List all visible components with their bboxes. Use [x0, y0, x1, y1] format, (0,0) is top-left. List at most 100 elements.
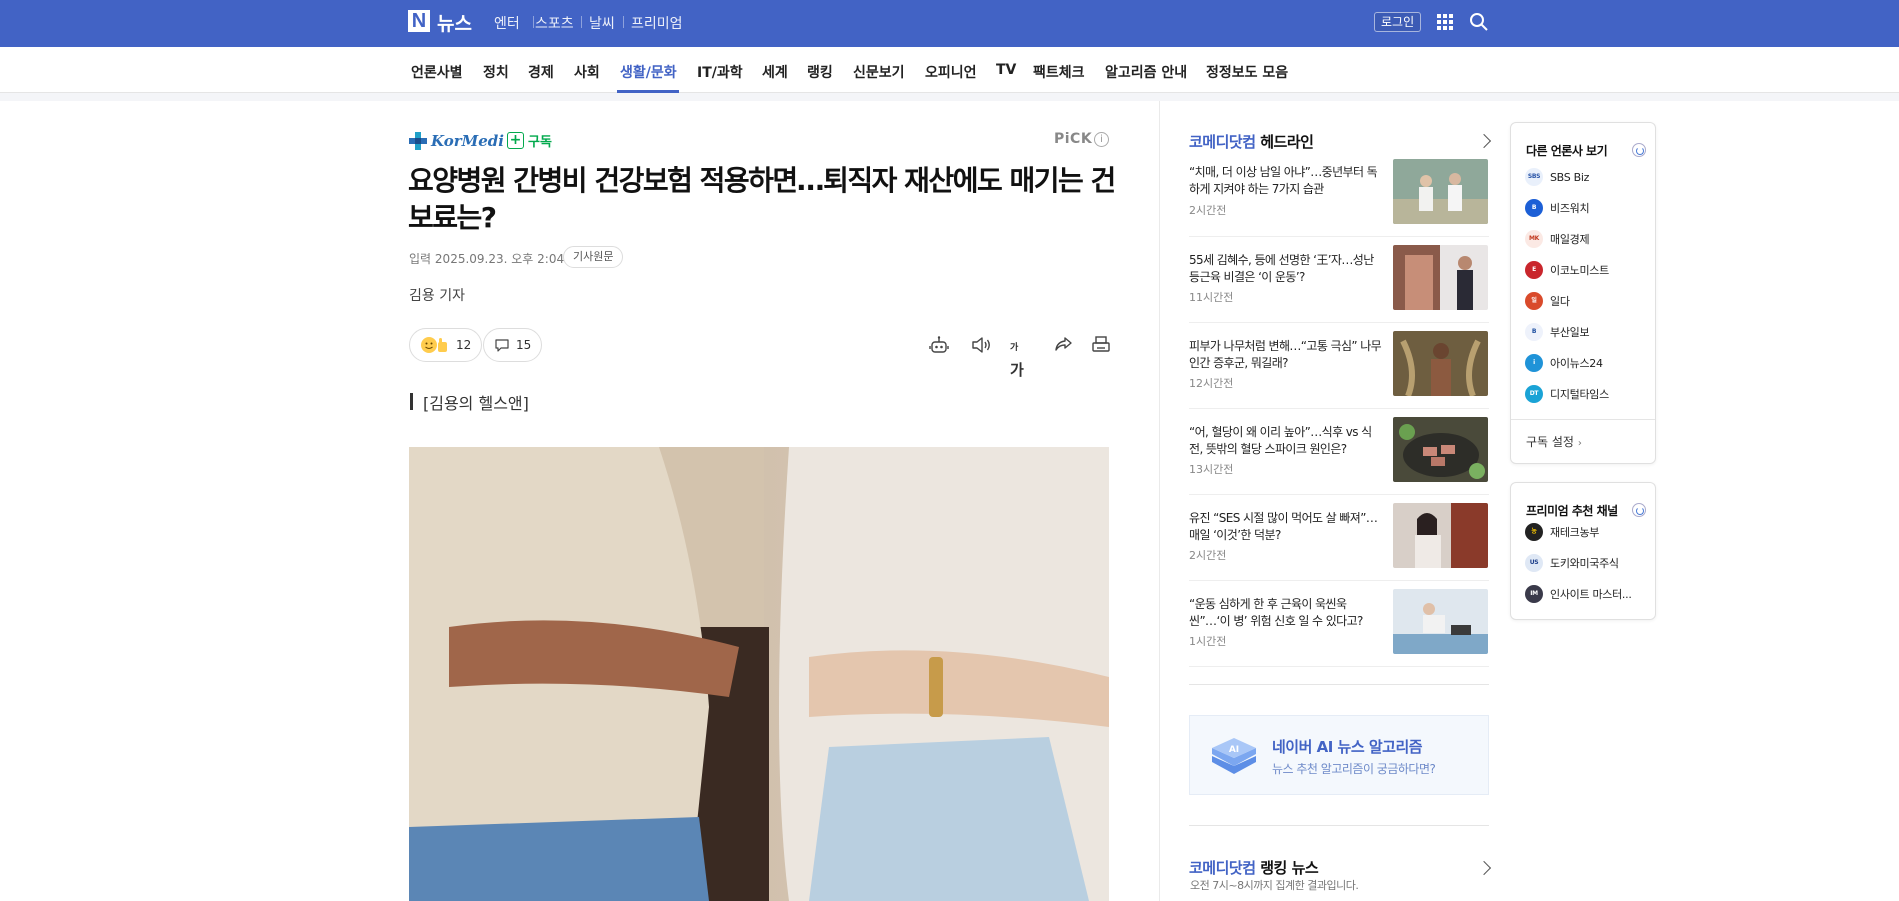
premium-item[interactable]: US 도키와미국주식	[1525, 554, 1619, 572]
press-item[interactable]: DT 디지털타임스	[1525, 385, 1609, 403]
category-ranking[interactable]: 랭킹	[807, 62, 833, 82]
headline-time: 2시간전	[1189, 204, 1227, 217]
press-item[interactable]: i 아이뉴스24	[1525, 354, 1603, 372]
headline-text: 유진 “SES 시절 많이 먹어도 살 빠져”…매일 ‘이것’한 덕분?	[1189, 511, 1378, 542]
category-society[interactable]: 사회	[574, 62, 600, 82]
apps-grid-icon[interactable]	[1437, 14, 1453, 30]
press-item[interactable]: SBS SBS Biz	[1525, 168, 1589, 186]
card-divider	[1511, 419, 1655, 420]
headline-thumbnail	[1393, 159, 1488, 224]
category-life-culture[interactable]: 생활/문화	[620, 62, 677, 82]
service-link-entertainment[interactable]: 엔터	[494, 13, 520, 33]
date-value: 2025.09.23. 오후 2:04	[434, 252, 565, 266]
font-size-icon[interactable]: 가가	[1010, 334, 1032, 379]
ai-algorithm-banner[interactable]: AI 네이버 AI 뉴스 알고리즘 뉴스 추천 알고리즘이 궁금하다면?	[1189, 715, 1489, 795]
reaction-emoji-icon	[421, 337, 447, 353]
category-factcheck[interactable]: 팩트체크	[1033, 62, 1085, 82]
service-divider	[533, 16, 534, 28]
category-opinion[interactable]: 오피니언	[925, 62, 977, 82]
comment-button[interactable]: 15	[483, 328, 543, 362]
other-press-card: 다른 언론사 보기 SBS SBS Biz B 비즈워치 MK 매일경제 E 이…	[1510, 122, 1656, 464]
headlines-title: 헤드라인	[1260, 133, 1314, 151]
channel-avatar-icon: IM	[1525, 585, 1543, 603]
press-item-label: 비즈워치	[1550, 202, 1590, 215]
headline-time: 1시간전	[1189, 635, 1227, 648]
publish-date: 입력 2025.09.23. 오후 2:04	[409, 250, 564, 267]
nav-divider	[0, 93, 1899, 101]
press-item[interactable]: MK 매일경제	[1525, 230, 1590, 248]
press-item[interactable]: B 비즈워치	[1525, 199, 1590, 217]
section-divider	[1189, 684, 1489, 685]
category-tv[interactable]: TV	[996, 62, 1016, 78]
comment-icon	[495, 339, 509, 352]
search-icon[interactable]	[1469, 12, 1489, 32]
chevron-right-icon[interactable]	[1476, 860, 1492, 876]
plus-icon: +	[507, 132, 524, 149]
press-item[interactable]: 일 일다	[1525, 292, 1570, 310]
headline-thumbnail	[1393, 245, 1488, 310]
login-button[interactable]: 로그인	[1374, 12, 1422, 32]
headline-item[interactable]: 55세 김혜수, 등에 선명한 ‘王’자…성난 등근육 비결은 ‘이 운동’? …	[1189, 245, 1489, 323]
category-algorithm[interactable]: 알고리즘 안내	[1105, 62, 1187, 82]
ai-summary-robot-icon[interactable]	[928, 334, 950, 356]
category-newspaper[interactable]: 신문보기	[853, 62, 905, 82]
font-size-label: 가	[1010, 361, 1024, 379]
headline-thumbnail	[1393, 331, 1488, 396]
refresh-icon[interactable]	[1632, 503, 1646, 517]
reporter-name[interactable]: 김용 기자	[409, 285, 465, 305]
press-logo[interactable]: KorMedi	[409, 130, 504, 152]
kormedi-logo-icon	[409, 132, 427, 150]
headline-item[interactable]: 유진 “SES 시절 많이 먹어도 살 빠져”…매일 ‘이것’한 덕분? 2시간…	[1189, 503, 1489, 581]
premium-title: 프리미엄 추천 채널	[1526, 504, 1618, 518]
ai-layers-icon: AI	[1212, 738, 1256, 774]
category-corrections[interactable]: 정정보도 모음	[1206, 62, 1288, 82]
headline-item[interactable]: “운동 심하게 한 후 근육이 욱씬욱씬”…‘이 병’ 위험 신호 일 수 있다…	[1189, 589, 1489, 667]
headline-text: 피부가 나무처럼 변해…“고통 극심” 나무인간 증후군, 뭐길래?	[1189, 339, 1382, 370]
reaction-count: 12	[456, 338, 472, 352]
category-it-science[interactable]: IT/과학	[697, 62, 743, 82]
category-politics[interactable]: 정치	[483, 62, 509, 82]
refresh-icon[interactable]	[1632, 143, 1646, 157]
share-icon[interactable]	[1052, 334, 1074, 356]
article-photo[interactable]	[409, 447, 1109, 901]
speaker-icon[interactable]	[970, 334, 992, 356]
premium-item-label: 도키와미국주식	[1550, 557, 1619, 570]
headline-item[interactable]: “치매, 더 이상 남일 아냐”…중년부터 독하게 지켜야 하는 7가지 습관 …	[1189, 159, 1489, 237]
ranking-section-title[interactable]: 코메디닷컴 랭킹 뉴스	[1189, 857, 1319, 878]
chevron-right-icon[interactable]	[1476, 133, 1492, 149]
headline-item[interactable]: “어, 혈당이 왜 이리 높아”…식후 vs 식전, 뜻밖의 혈당 스파이크 원…	[1189, 417, 1489, 495]
original-article-button[interactable]: 기사원문	[563, 246, 624, 268]
naver-logo[interactable]: N	[408, 10, 430, 32]
headline-time: 11시간전	[1189, 291, 1234, 304]
headline-text: “어, 혈당이 왜 이리 높아”…식후 vs 식전, 뜻밖의 혈당 스파이크 원…	[1189, 425, 1372, 456]
category-world[interactable]: 세계	[762, 62, 788, 82]
service-link-premium[interactable]: 프리미엄	[631, 13, 683, 33]
headline-time: 2시간전	[1189, 549, 1227, 562]
premium-item[interactable]: IM 인사이트 마스터...	[1525, 585, 1632, 603]
reaction-button[interactable]: 12	[409, 328, 483, 362]
ai-banner-title: 네이버 AI 뉴스 알고리즘	[1272, 738, 1423, 756]
ai-banner-subtitle: 뉴스 추천 알고리즘이 궁금하다면?	[1272, 762, 1436, 776]
column-divider	[1159, 101, 1160, 901]
channel-avatar-icon: US	[1525, 554, 1543, 572]
info-icon[interactable]: i	[1094, 132, 1109, 147]
press-item[interactable]: B 부산일보	[1525, 323, 1590, 341]
category-economy[interactable]: 경제	[528, 62, 554, 82]
service-divider	[623, 16, 624, 28]
press-name: KorMedi	[431, 132, 504, 150]
news-logo-text[interactable]: 뉴스	[437, 9, 472, 36]
subscribe-button[interactable]: + 구독	[507, 131, 552, 150]
service-divider	[581, 16, 582, 28]
service-link-weather[interactable]: 날씨	[589, 13, 615, 33]
headlines-section-title[interactable]: 코메디닷컴 헤드라인	[1189, 131, 1314, 152]
ranking-brand: 코메디닷컴	[1189, 859, 1256, 877]
subscribe-settings-link[interactable]: 구독 설정 ›	[1526, 433, 1582, 450]
category-press[interactable]: 언론사별	[411, 62, 463, 82]
premium-item[interactable]: 농 재테크농부	[1525, 523, 1599, 541]
press-item-label: 일다	[1550, 295, 1570, 308]
press-item[interactable]: E 이코노미스트	[1525, 261, 1609, 279]
ranking-subtitle: 오전 7시~8시까지 집계한 결과입니다.	[1190, 879, 1359, 892]
print-icon[interactable]	[1090, 334, 1112, 356]
service-link-sports[interactable]: 스포츠	[535, 13, 574, 33]
headline-item[interactable]: 피부가 나무처럼 변해…“고통 극심” 나무인간 증후군, 뭐길래? 12시간전	[1189, 331, 1489, 409]
